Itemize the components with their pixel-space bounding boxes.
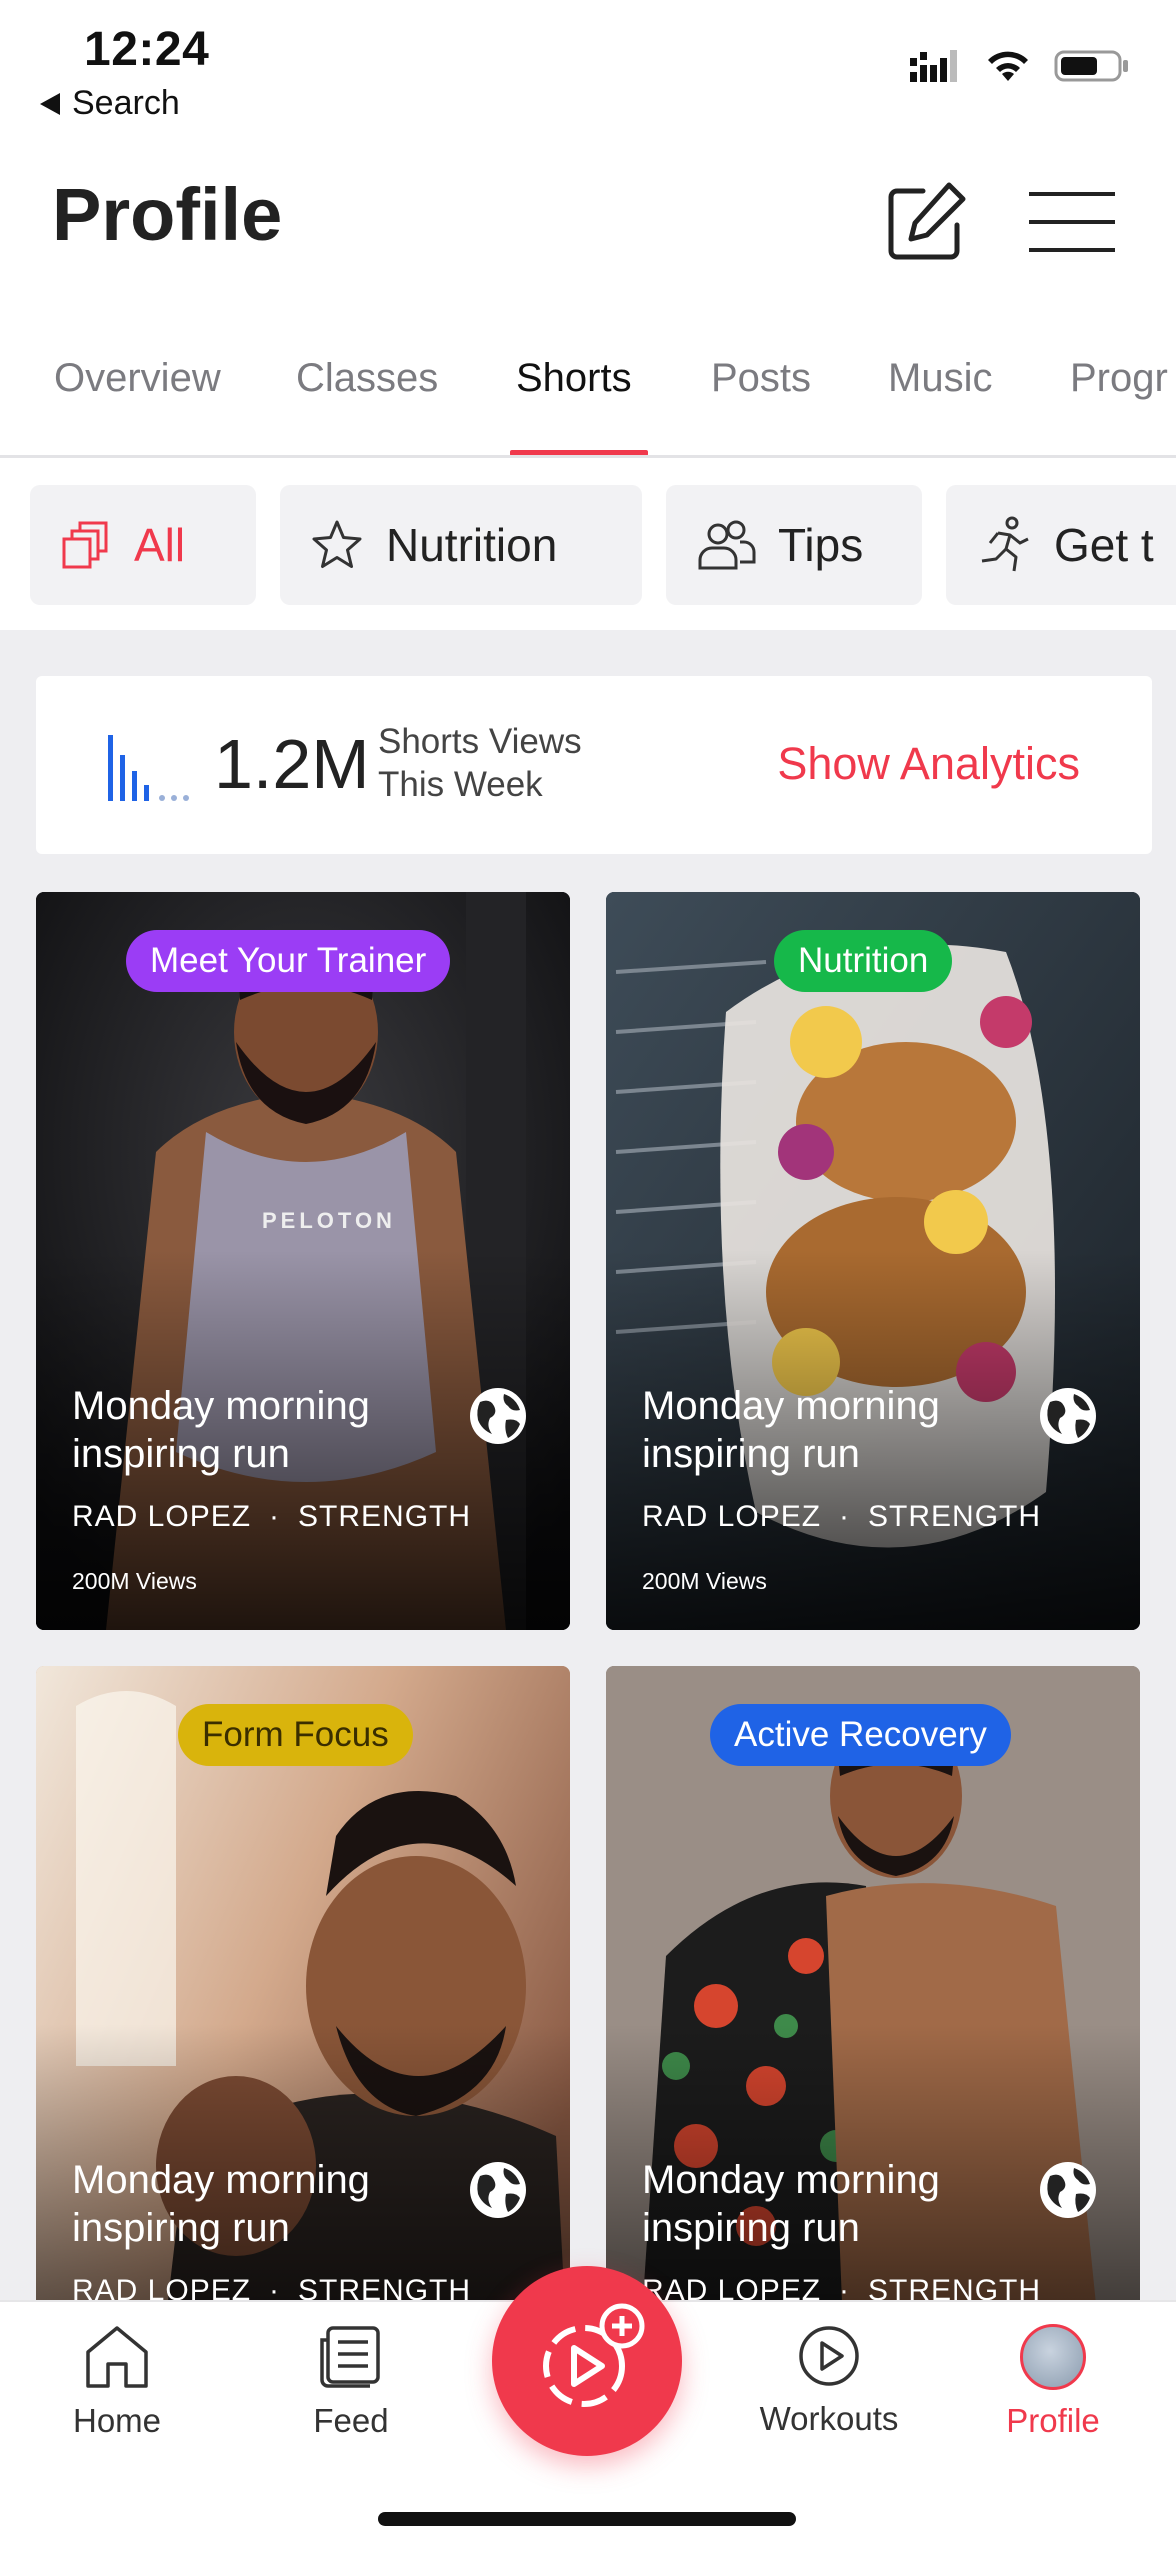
tab-music[interactable]: Music	[888, 356, 992, 401]
label-line-2: This Week	[378, 765, 543, 804]
meta-separator: ·	[269, 1500, 281, 1533]
nav-workouts[interactable]: Workouts	[734, 2324, 924, 2438]
card-title: Monday morning inspiring run	[72, 1384, 370, 1476]
card-tag: Meet Your Trainer	[126, 930, 451, 992]
home-icon	[86, 2326, 148, 2388]
card-category: STRENGTH	[298, 2274, 472, 2300]
tab-posts[interactable]: Posts	[711, 356, 811, 401]
nav-label: Workouts	[759, 2400, 899, 2437]
card-meta: RAD LOPEZ · STRENGTH	[72, 1500, 471, 1534]
filter-chip-tips[interactable]: Tips	[666, 485, 922, 605]
back-to-search-link[interactable]: Search	[40, 84, 180, 123]
globe-icon	[1040, 2162, 1096, 2218]
nav-label: Profile	[1006, 2402, 1100, 2439]
card-instructor: RAD LOPEZ	[642, 2274, 822, 2300]
short-card[interactable]: PELOTON Meet Your Trainer Monday morning…	[36, 892, 570, 1630]
card-category: STRENGTH	[298, 1500, 472, 1533]
nav-label: Feed	[313, 2402, 389, 2439]
filter-label: Tips	[778, 519, 864, 571]
star-icon	[312, 520, 362, 568]
back-label: Search	[72, 84, 180, 122]
card-instructor: RAD LOPEZ	[72, 1500, 252, 1533]
shorts-views-value: 1.2M	[214, 725, 370, 803]
tab-overview[interactable]: Overview	[54, 356, 221, 401]
nav-profile[interactable]: Profile	[958, 2324, 1148, 2440]
nav-label: Home	[72, 2402, 162, 2439]
short-card[interactable]: Active Recovery Monday morning inspiring…	[606, 1666, 1140, 2300]
card-tag: Nutrition	[774, 930, 953, 992]
shirt-text: PELOTON	[262, 1208, 396, 1233]
nav-home[interactable]: Home	[22, 2324, 212, 2440]
card-meta: RAD LOPEZ · STRENGTH	[642, 1500, 1041, 1534]
people-icon	[698, 520, 756, 570]
filter-chip-get-started[interactable]: Get t	[946, 485, 1176, 605]
page-title: Profile	[52, 173, 283, 256]
card-meta: RAD LOPEZ · STRENGTH	[642, 2274, 1041, 2300]
card-title: Monday morning inspiring run	[642, 2158, 940, 2250]
play-circle-icon	[799, 2326, 859, 2386]
create-video-icon	[543, 2303, 645, 2407]
analytics-card: 1.2M Shorts Views This Week Show Analyti…	[36, 676, 1152, 854]
meta-separator: ·	[839, 2274, 851, 2300]
wifi-icon	[988, 51, 1028, 81]
card-title: Monday morning inspiring run	[72, 2158, 370, 2250]
stack-icon	[62, 521, 108, 569]
battery-icon	[1054, 50, 1128, 82]
edit-profile-button[interactable]	[878, 174, 974, 270]
active-tab-indicator	[510, 450, 648, 455]
signal-icon	[910, 50, 957, 82]
card-instructor: RAD LOPEZ	[72, 2274, 252, 2300]
card-views: 200M Views	[642, 1568, 767, 1594]
filter-chip-all[interactable]: All	[30, 485, 256, 605]
card-category: STRENGTH	[868, 2274, 1042, 2300]
filter-chip-nutrition[interactable]: Nutrition	[280, 485, 642, 605]
globe-icon	[470, 1388, 526, 1444]
menu-icon	[1029, 192, 1115, 252]
short-card[interactable]: Form Focus Monday morning inspiring run …	[36, 1666, 570, 2300]
filter-label: Get t	[1054, 519, 1154, 571]
shorts-content: 1.2M Shorts Views This Week Show Analyti…	[0, 630, 1176, 2300]
menu-button[interactable]	[1024, 174, 1120, 270]
card-category: STRENGTH	[868, 1500, 1042, 1533]
meta-separator: ·	[839, 1500, 851, 1533]
tab-classes[interactable]: Classes	[296, 356, 438, 401]
filter-chips: All Nutrition Tips Get t	[0, 460, 1176, 630]
runner-icon	[981, 516, 1029, 572]
profile-tabs: Overview Classes Shorts Posts Music Prog…	[0, 338, 1176, 458]
globe-icon	[1040, 1388, 1096, 1444]
shorts-views-label: Shorts Views This Week	[378, 720, 618, 806]
bar-chart-icon	[108, 735, 189, 801]
edit-icon	[888, 182, 966, 260]
meta-separator: ·	[269, 2274, 281, 2300]
card-tag: Form Focus	[178, 1704, 413, 1766]
tab-programs[interactable]: Progr	[1070, 356, 1168, 401]
filter-label: All	[134, 519, 186, 571]
card-meta: RAD LOPEZ · STRENGTH	[72, 2274, 471, 2300]
feed-icon	[320, 2326, 380, 2388]
create-short-button[interactable]	[492, 2266, 682, 2456]
avatar	[1020, 2324, 1086, 2390]
status-icons	[910, 48, 1130, 84]
show-analytics-link[interactable]: Show Analytics	[777, 738, 1080, 790]
back-arrow-icon	[40, 92, 60, 115]
status-time: 12:24	[84, 23, 210, 76]
status-bar: 12:24 Search	[0, 0, 1176, 130]
card-views: 200M Views	[72, 1568, 197, 1594]
tab-shorts[interactable]: Shorts	[516, 356, 632, 401]
home-indicator	[378, 2512, 796, 2526]
short-card[interactable]: Nutrition Monday morning inspiring run R…	[606, 892, 1140, 1630]
filter-label: Nutrition	[386, 519, 558, 571]
label-line-1: Shorts Views	[378, 722, 582, 761]
card-instructor: RAD LOPEZ	[642, 1500, 822, 1533]
card-title: Monday morning inspiring run	[642, 1384, 940, 1476]
nav-feed[interactable]: Feed	[256, 2324, 446, 2440]
card-tag: Active Recovery	[710, 1704, 1011, 1766]
globe-icon	[470, 2162, 526, 2218]
